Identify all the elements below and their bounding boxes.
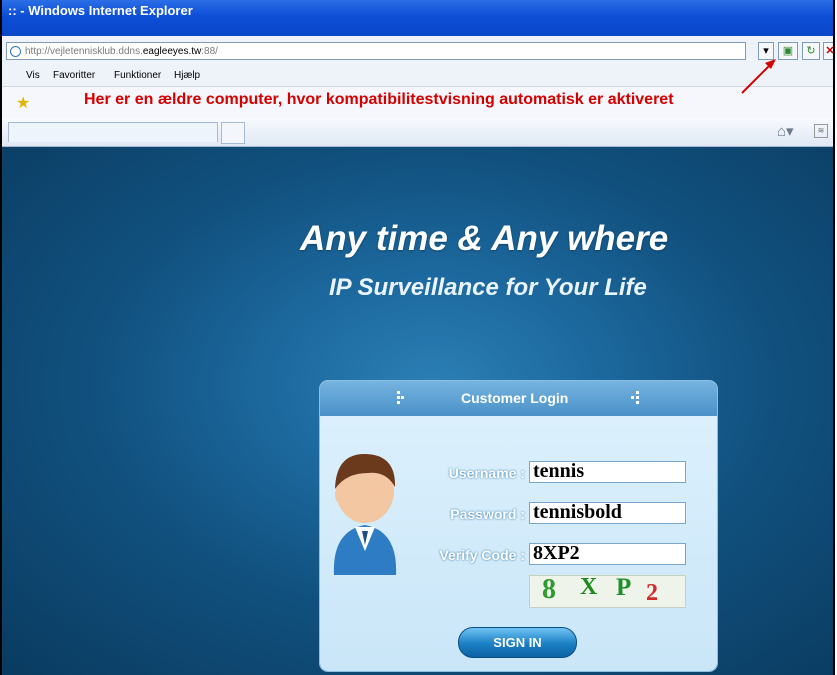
- menu-hjaelp[interactable]: Hjælp: [174, 70, 200, 81]
- verify-code-label: Verify Code :: [439, 547, 525, 563]
- captcha-image: 8 X P 2: [529, 575, 686, 608]
- annotation-text: Her er en ældre computer, hvor kompatibi…: [84, 91, 674, 108]
- login-panel-header: Customer Login: [320, 381, 717, 416]
- browser-window: :: - Windows Internet Explorer http://ve…: [0, 0, 835, 675]
- password-field[interactable]: tennisbold: [529, 502, 686, 524]
- home-icon[interactable]: ⌂▾: [777, 122, 794, 140]
- favorites-bar: ★ Her er en ældre computer, hvor kompati…: [2, 86, 833, 119]
- title-bar: :: - Windows Internet Explorer: [2, 0, 833, 36]
- address-bar[interactable]: http://vejletennisklub.ddns.eagleeyes.tw…: [6, 42, 746, 60]
- address-row: http://vejletennisklub.ddns.eagleeyes.tw…: [2, 36, 833, 66]
- menu-favoritter[interactable]: Favoritter: [53, 70, 95, 81]
- username-field[interactable]: tennis: [529, 461, 686, 483]
- page-subheadline: IP Surveillance for Your Life: [329, 274, 647, 301]
- tab-row: ⌂▾ ≋: [2, 118, 833, 147]
- sign-in-button[interactable]: SIGN IN: [458, 627, 577, 658]
- url-prefix: http://vejletennisklub.ddns.: [25, 46, 143, 57]
- menu-vis[interactable]: Vis: [26, 70, 40, 81]
- tab-current[interactable]: [8, 122, 218, 142]
- page-content: Any time & Any where IP Surveillance for…: [2, 147, 833, 675]
- feeds-icon[interactable]: ≋: [814, 124, 828, 138]
- password-label: Password :: [450, 506, 525, 522]
- url-suffix: :88/: [201, 46, 218, 57]
- username-label: Username :: [448, 465, 525, 481]
- favorites-star-icon[interactable]: ★: [16, 93, 30, 113]
- captcha-char-1: 8: [542, 575, 556, 605]
- url-host: eagleeyes.tw: [142, 46, 202, 57]
- verify-code-field[interactable]: 8XP2: [529, 543, 686, 565]
- captcha-char-2: X: [580, 575, 598, 600]
- menu-bar: Vis Favoritter Funktioner Hjælp: [2, 66, 833, 86]
- ie-page-icon: [10, 46, 21, 57]
- captcha-char-3: P: [616, 575, 632, 601]
- page-headline: Any time & Any where: [300, 219, 669, 258]
- decor-dots-right: [631, 391, 639, 404]
- red-arrow-icon: [741, 59, 776, 94]
- login-panel: Customer Login Username : tennis Passwor…: [320, 381, 717, 671]
- avatar: [333, 453, 397, 575]
- refresh-icon[interactable]: ↻: [802, 42, 820, 60]
- tab-new[interactable]: [221, 122, 245, 144]
- menu-funktioner[interactable]: Funktioner: [114, 70, 161, 81]
- window-title: :: - Windows Internet Explorer: [8, 3, 193, 18]
- login-title: Customer Login: [461, 390, 569, 406]
- captcha-char-4: 2: [646, 580, 658, 606]
- decor-dots-left: [397, 391, 404, 404]
- stop-icon[interactable]: ✕: [823, 42, 833, 60]
